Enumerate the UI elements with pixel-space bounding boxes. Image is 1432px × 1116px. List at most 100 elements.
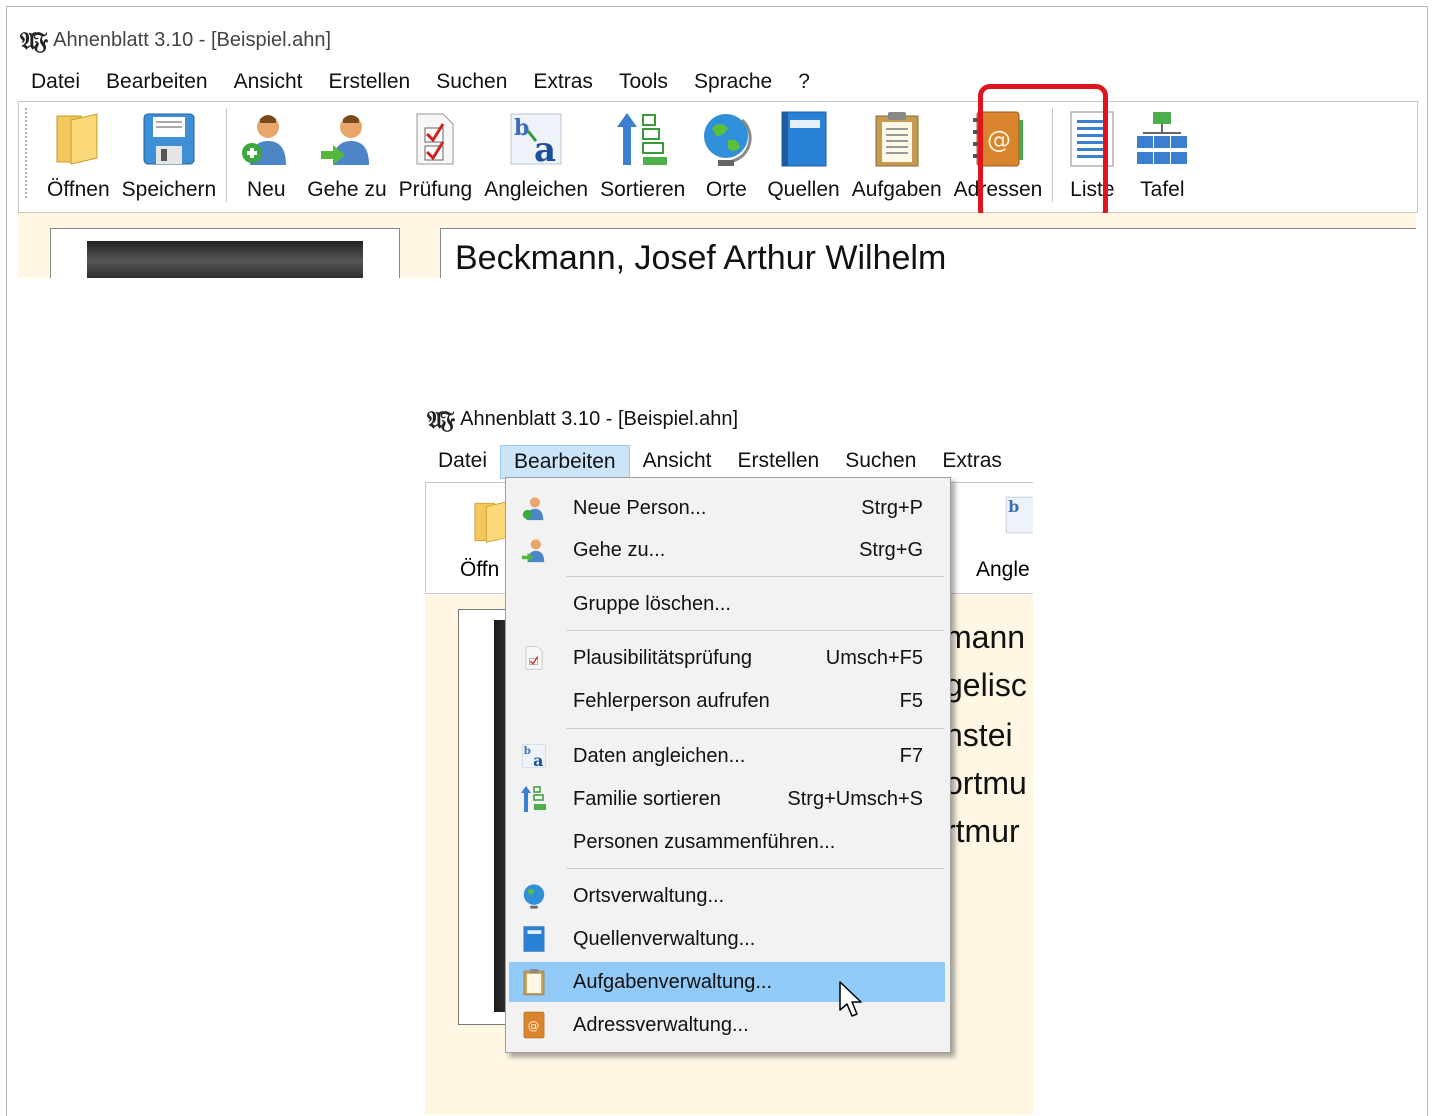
menu-item-plausibility[interactable]: Plausibilitätsprüfung Umsch+F5 bbox=[509, 638, 945, 678]
menu-ansicht[interactable]: Ansicht bbox=[221, 66, 316, 98]
menu-item-error-person[interactable]: Fehlerperson aufrufen F5 bbox=[509, 681, 945, 721]
person-detail-1: mann bbox=[945, 619, 1026, 655]
app-logo-icon: 𝔄𝔉 bbox=[427, 405, 455, 434]
menu-item-match-data[interactable]: ba Daten angleichen... F7 bbox=[509, 736, 945, 776]
menu-item-merge-persons[interactable]: Personen zusammenführen... bbox=[509, 822, 945, 862]
toolbar-places-button[interactable]: Orte bbox=[691, 102, 761, 202]
toolbar-sort-label: Sortieren bbox=[600, 178, 686, 201]
window-title: Ahnenblatt 3.10 - [Beispiel.ahn] bbox=[53, 29, 332, 51]
toolbar-grip[interactable] bbox=[25, 108, 33, 198]
svg-text:b: b bbox=[1008, 497, 1019, 516]
svg-text:@: @ bbox=[528, 1018, 540, 1032]
title-bar-2: 𝔄𝔉 Ahnenblatt 3.10 - [Beispiel.ahn] bbox=[427, 405, 738, 434]
new-person-icon bbox=[242, 115, 287, 165]
person-name: Beckmann, Josef Arthur Wilhelm bbox=[455, 239, 947, 277]
toolbar-match-label: Angleichen bbox=[484, 178, 589, 201]
toolbar-open-label: Öffnen bbox=[47, 178, 110, 201]
goto-person-icon bbox=[521, 539, 545, 563]
toolbar-match-label-2[interactable]: Angle bbox=[976, 558, 1030, 582]
toolbar-check-button[interactable]: Prüfung bbox=[393, 102, 479, 202]
toolbar: Öffnen Speichern Neu Gehe zu Prüfung ba … bbox=[18, 101, 1418, 213]
toolbar-chart-button[interactable]: Tafel bbox=[1127, 102, 1197, 202]
toolbar-new-button[interactable]: Neu bbox=[231, 102, 301, 202]
toolbar-save-label: Speichern bbox=[121, 178, 217, 201]
check-icon bbox=[525, 646, 543, 670]
toolbar-tasks-label: Aufgaben bbox=[851, 178, 942, 201]
menu-extras[interactable]: Extras bbox=[520, 66, 606, 98]
check-icon bbox=[416, 113, 454, 165]
menu-item-addresses[interactable]: @ Adressverwaltung... bbox=[509, 1005, 945, 1045]
save-icon bbox=[143, 113, 195, 165]
menu-erstellen-2[interactable]: Erstellen bbox=[724, 445, 832, 477]
sort-icon bbox=[616, 113, 667, 165]
menu-item-places[interactable]: Ortsverwaltung... bbox=[509, 876, 945, 916]
menu-bearbeiten[interactable]: Bearbeiten bbox=[93, 66, 221, 98]
menu-item-goto[interactable]: Gehe zu... Strg+G bbox=[509, 530, 945, 570]
svg-text:b: b bbox=[524, 745, 531, 757]
tree-icon bbox=[1137, 112, 1188, 164]
toolbar-sort-button[interactable]: Sortieren bbox=[594, 102, 691, 202]
title-bar: 𝔄𝔉 Ahnenblatt 3.10 - [Beispiel.ahn] bbox=[20, 26, 331, 55]
clipboard-icon bbox=[875, 112, 919, 167]
window-title-2: Ahnenblatt 3.10 - [Beispiel.ahn] bbox=[460, 408, 739, 430]
match-icon: ba bbox=[510, 113, 562, 167]
person-detail-2: gelisc bbox=[945, 667, 1027, 703]
toolbar-goto-button[interactable]: Gehe zu bbox=[301, 102, 392, 202]
person-name-box: Beckmann, Josef Arthur Wilhelm bbox=[440, 228, 1416, 278]
svg-text:a: a bbox=[534, 130, 556, 167]
person-detail-3: nstei bbox=[945, 717, 1013, 753]
globe-icon bbox=[704, 114, 752, 166]
toolbar-check-label: Prüfung bbox=[398, 178, 473, 201]
menu-help[interactable]: ? bbox=[785, 66, 823, 98]
menu-sprache[interactable]: Sprache bbox=[681, 66, 785, 98]
sort-icon bbox=[521, 786, 546, 812]
book-icon bbox=[523, 926, 545, 952]
toolbar-new-label: Neu bbox=[246, 178, 286, 201]
svg-text:b: b bbox=[514, 115, 529, 141]
toolbar-chart-label: Tafel bbox=[1140, 178, 1185, 201]
mouse-cursor-icon bbox=[839, 981, 862, 1017]
toolbar-sources-label: Quellen bbox=[767, 178, 840, 201]
toolbar-places-label: Orte bbox=[705, 178, 747, 201]
menu-datei[interactable]: Datei bbox=[18, 66, 93, 98]
menu-suchen-2[interactable]: Suchen bbox=[832, 445, 929, 477]
book-icon bbox=[781, 111, 827, 167]
new-person-icon bbox=[522, 497, 544, 521]
globe-icon bbox=[523, 884, 545, 909]
menu-item-new-person[interactable]: Neue Person... Strg+P bbox=[509, 488, 945, 528]
menu-item-tasks[interactable]: Aufgabenverwaltung... bbox=[509, 962, 945, 1002]
menu-item-delete-group[interactable]: Gruppe löschen... bbox=[509, 584, 945, 624]
svg-text:a: a bbox=[533, 751, 543, 769]
folder-icon bbox=[56, 113, 98, 165]
app-logo-icon: 𝔄𝔉 bbox=[20, 26, 48, 55]
person-detail-5: rtmur bbox=[945, 813, 1020, 849]
goto-person-icon bbox=[320, 115, 369, 165]
menu-item-sort-family[interactable]: Familie sortieren Strg+Umsch+S bbox=[509, 779, 945, 819]
menu-extras-2[interactable]: Extras bbox=[929, 445, 1015, 477]
toolbar-sources-button[interactable]: Quellen bbox=[761, 102, 845, 202]
toolbar-open-label-2[interactable]: Öffn bbox=[460, 558, 499, 582]
menu-erstellen[interactable]: Erstellen bbox=[315, 66, 423, 98]
menu-tools[interactable]: Tools bbox=[606, 66, 681, 98]
menu-bearbeiten-2[interactable]: Bearbeiten bbox=[500, 445, 630, 479]
address-book-icon: @ bbox=[523, 1011, 545, 1039]
toolbar-tasks-button[interactable]: Aufgaben bbox=[846, 102, 948, 202]
menu-suchen[interactable]: Suchen bbox=[423, 66, 520, 98]
person-panel: Beckmann, Josef Arthur Wilhelm bbox=[18, 213, 1416, 278]
menu-bar-2: Datei Bearbeiten Ansicht Erstellen Suche… bbox=[425, 445, 1015, 479]
clipboard-icon bbox=[523, 969, 545, 996]
menu-item-sources[interactable]: Quellenverwaltung... bbox=[509, 919, 945, 959]
person-detail-4: ortmu bbox=[945, 765, 1027, 801]
bearbeiten-dropdown: Neue Person... Strg+P Gehe zu... Strg+G … bbox=[505, 477, 951, 1053]
toolbar-save-button[interactable]: Speichern bbox=[116, 102, 223, 202]
toolbar-goto-label: Gehe zu bbox=[307, 178, 387, 201]
highlight-box bbox=[978, 84, 1108, 222]
match-icon: ba bbox=[522, 744, 546, 769]
person-photo bbox=[50, 228, 400, 278]
menu-datei-2[interactable]: Datei bbox=[425, 445, 500, 477]
menu-bar: Datei Bearbeiten Ansicht Erstellen Suche… bbox=[18, 66, 823, 98]
match-icon: b bbox=[1005, 496, 1033, 534]
toolbar-open-button[interactable]: Öffnen bbox=[41, 102, 116, 202]
menu-ansicht-2[interactable]: Ansicht bbox=[630, 445, 725, 477]
toolbar-match-button[interactable]: ba Angleichen bbox=[478, 102, 594, 202]
